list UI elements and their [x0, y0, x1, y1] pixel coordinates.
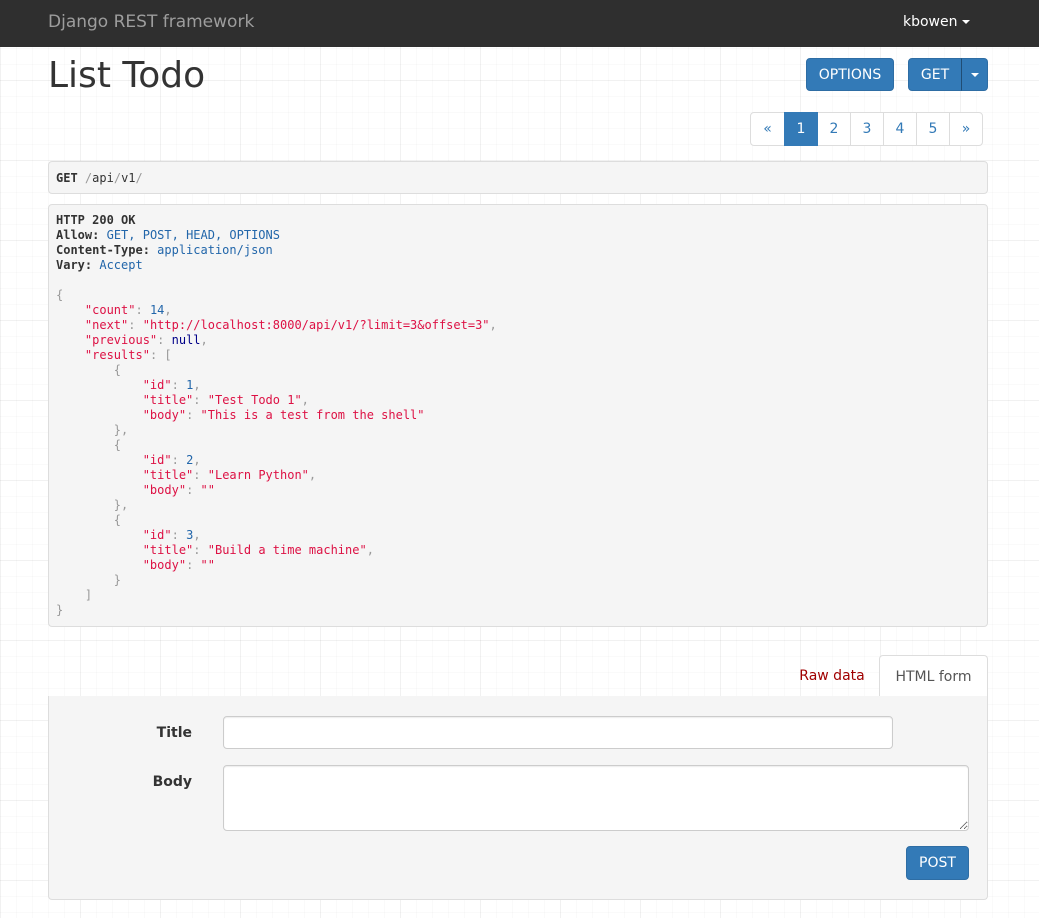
- json-colon: :: [171, 378, 179, 392]
- json-comma: ,: [164, 303, 172, 317]
- options-button[interactable]: OPTIONS: [806, 58, 894, 91]
- request-info: GET /api/v1/: [48, 161, 988, 194]
- pagination: « 1 2 3 4 5 »: [750, 112, 983, 146]
- json-key: "body": [142, 558, 187, 572]
- json-brace: {: [113, 513, 122, 527]
- json-string: "Test Todo 1": [207, 393, 302, 407]
- caret-down-icon: [961, 20, 970, 24]
- json-key: "id": [142, 528, 172, 542]
- json-colon: :: [193, 468, 201, 482]
- json-colon: :: [157, 333, 165, 347]
- pagination-page-3[interactable]: 3: [850, 112, 884, 146]
- json-brace: {: [113, 438, 122, 452]
- json-string: "Learn Python": [207, 468, 309, 482]
- path-segment-api[interactable]: api: [92, 171, 114, 185]
- path-separator: /: [135, 171, 143, 185]
- json-key: "previous": [84, 333, 158, 347]
- json-brace: }: [56, 603, 64, 617]
- title-input[interactable]: [223, 716, 893, 749]
- json-comma: ,: [301, 393, 309, 407]
- caret-down-icon: [970, 72, 979, 77]
- json-brace: {: [56, 288, 64, 302]
- response-headers: HTTP 200 OK Allow: GET, POST, HEAD, OPTI…: [56, 213, 980, 273]
- json-key: "body": [142, 408, 187, 422]
- json-colon: :: [149, 348, 158, 362]
- header-name: Allow:: [56, 228, 100, 242]
- header-name: Vary:: [56, 258, 93, 272]
- header-name: Content-Type:: [56, 243, 150, 257]
- json-colon: :: [171, 528, 179, 542]
- get-button[interactable]: GET: [908, 58, 962, 91]
- json-null: null: [171, 333, 201, 347]
- header-vary-value: Accept: [99, 258, 143, 272]
- html-form-panel: Title Body POST: [48, 696, 988, 900]
- json-key: "next": [84, 318, 129, 332]
- json-key: "title": [142, 393, 194, 407]
- json-colon: :: [186, 558, 194, 572]
- json-brace: {: [113, 363, 122, 377]
- json-comma: ,: [200, 333, 208, 347]
- json-colon: :: [193, 393, 201, 407]
- path-separator: /: [113, 171, 122, 185]
- json-brace: }: [113, 573, 122, 587]
- path-segment-v1[interactable]: v1: [121, 171, 135, 185]
- json-string: "http://localhost:8000/api/v1/?limit=3&o…: [142, 318, 490, 332]
- response-json-body: { "count": 14, "next": "http://localhost…: [56, 273, 980, 618]
- json-key: "id": [142, 453, 172, 467]
- pagination-page-4[interactable]: 4: [883, 112, 917, 146]
- json-colon: :: [135, 303, 143, 317]
- body-field-label: Body: [152, 774, 192, 790]
- json-key: "results": [84, 348, 150, 362]
- json-colon: :: [128, 318, 136, 332]
- navbar: Django REST framework kbowen: [0, 0, 1039, 47]
- brand-link[interactable]: Django REST framework: [48, 12, 254, 32]
- json-key: "body": [142, 483, 187, 497]
- title-field-label: Title: [156, 725, 192, 741]
- form-tabs: Raw data HTML form: [48, 655, 988, 698]
- json-comma: ,: [193, 378, 201, 392]
- json-string: "This is a test from the shell": [200, 408, 425, 422]
- json-colon: :: [171, 453, 179, 467]
- json-key: "count": [84, 303, 136, 317]
- json-comma: ,: [193, 528, 201, 542]
- json-comma: ,: [366, 543, 374, 557]
- response-info: HTTP 200 OK Allow: GET, POST, HEAD, OPTI…: [48, 204, 988, 627]
- post-button[interactable]: POST: [906, 846, 969, 880]
- body-textarea[interactable]: [223, 765, 969, 831]
- json-brace: }: [113, 498, 122, 512]
- pagination-page-5[interactable]: 5: [916, 112, 950, 146]
- user-name: kbowen: [903, 14, 958, 30]
- request-method: GET: [56, 171, 78, 185]
- json-key: "title": [142, 543, 194, 557]
- pagination-page-1[interactable]: 1: [784, 112, 818, 146]
- pagination-previous[interactable]: «: [750, 112, 785, 146]
- json-comma: ,: [489, 318, 497, 332]
- json-number: 14: [149, 303, 165, 317]
- json-colon: :: [186, 408, 194, 422]
- user-menu-dropdown[interactable]: kbowen: [903, 14, 970, 30]
- header-allow-value: GET, POST, HEAD, OPTIONS: [106, 228, 280, 242]
- json-brace: }: [113, 423, 122, 437]
- json-bracket: ]: [84, 588, 93, 602]
- json-comma: ,: [121, 498, 129, 512]
- json-comma: ,: [193, 453, 201, 467]
- response-status: HTTP 200 OK: [56, 213, 136, 227]
- json-colon: :: [186, 483, 194, 497]
- get-format-dropdown-button[interactable]: [961, 58, 988, 91]
- header-content-type-value: application/json: [157, 243, 273, 257]
- pagination-page-2[interactable]: 2: [817, 112, 851, 146]
- json-string: "Build a time machine": [207, 543, 367, 557]
- json-comma: ,: [121, 423, 129, 437]
- json-string: "": [200, 558, 215, 572]
- tab-html-form[interactable]: HTML form: [879, 655, 988, 698]
- json-key: "id": [142, 378, 172, 392]
- pagination-next[interactable]: »: [949, 112, 983, 146]
- json-string: "": [200, 483, 215, 497]
- json-key: "title": [142, 468, 194, 482]
- page-title: List Todo: [48, 55, 206, 96]
- tab-raw-data[interactable]: Raw data: [786, 655, 878, 697]
- json-colon: :: [193, 543, 201, 557]
- json-comma: ,: [308, 468, 317, 482]
- json-bracket: [: [164, 348, 172, 362]
